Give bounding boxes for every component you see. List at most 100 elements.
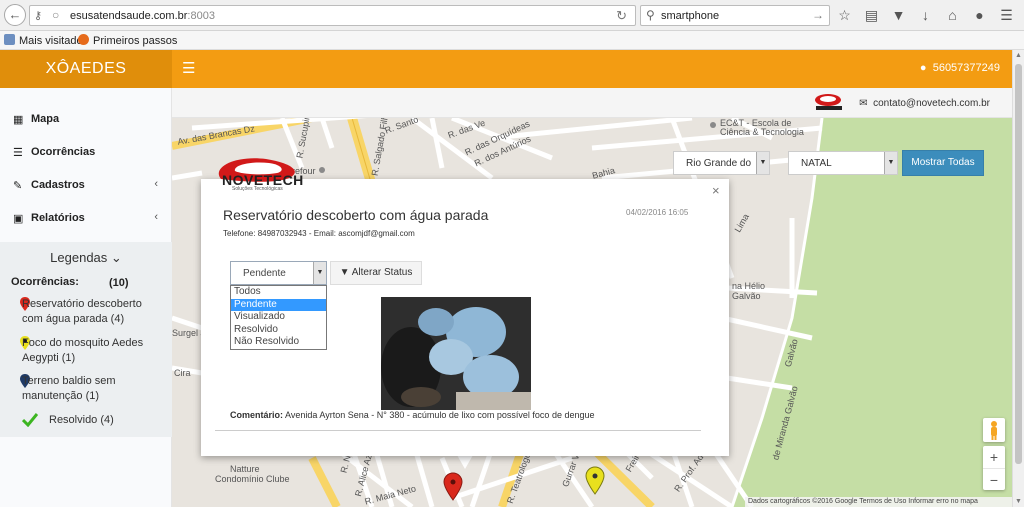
change-status-button[interactable]: ▼ Alterar Status — [330, 261, 422, 285]
firefox-icon — [78, 34, 89, 45]
close-icon[interactable]: × — [712, 183, 720, 198]
caret-down-icon: ▼ — [884, 152, 897, 174]
download-icon[interactable]: ↓ — [917, 6, 934, 24]
status-select-value: Pendente — [243, 268, 286, 279]
logo-tagline: Soluções Tecnológicas — [232, 186, 283, 192]
user-icon: ● — [919, 62, 927, 74]
address-bar[interactable]: ⚷ ○ esusatendsaude.com.br:8003 ↻ — [29, 5, 636, 26]
envelope-icon: ✉ — [859, 98, 868, 109]
chevron-down-icon: ⌄ — [110, 250, 122, 265]
zoom-control: + − — [983, 446, 1005, 490]
state-select-value: Rio Grande do — [686, 158, 752, 169]
sidebar: ▦ Mapa ☰ Ocorrências ✎ Cadastros ‹ ▣ Rel… — [0, 88, 172, 507]
key-icon: ⚷ — [34, 10, 43, 22]
popup-title: Reservatório descoberto com água parada — [223, 207, 489, 223]
sidebar-item-label: Cadastros — [31, 179, 85, 191]
sidebar-item-cadastros[interactable]: ✎ Cadastros ‹ — [0, 169, 172, 202]
page-scrollbar[interactable]: ▲ ▼ — [1012, 50, 1024, 507]
popup-date: 04/02/2016 16:05 — [626, 208, 689, 217]
app-header: XÔAEDES ☰ ● 56057377249 — [0, 50, 1012, 88]
popup-tail — [457, 455, 473, 469]
search-query: smartphone — [661, 10, 720, 22]
status-option-nao-resolvido[interactable]: Não Resolvido — [231, 336, 326, 349]
sidebar-item-label: Relatórios — [31, 212, 85, 224]
map-poi-label: Condomínio Clube — [215, 474, 290, 484]
sidebar-item-label: Mapa — [31, 113, 60, 125]
file-icon: ▣ — [13, 213, 24, 225]
filter-icon: ▼ — [339, 267, 350, 278]
legend-toggle[interactable]: Legendas ⌄ — [0, 250, 172, 266]
city-select[interactable]: NATAL ▼ — [788, 151, 898, 175]
chevron-left-icon: ‹ — [154, 178, 158, 190]
occurrence-photo[interactable] — [381, 297, 531, 410]
reload-icon[interactable]: ↻ — [616, 8, 627, 24]
search-icon: ⚲ — [646, 8, 655, 22]
browser-toolbar-icons: ☆ ▤ ▼ ↓ ⌂ ● ☰ — [836, 6, 1015, 26]
caret-down-icon: ▼ — [313, 262, 326, 284]
city-select-value: NATAL — [801, 158, 832, 169]
caret-down-icon: ▼ — [756, 152, 769, 174]
street-view-pegman-icon[interactable] — [983, 418, 1005, 442]
brand-logo[interactable]: XÔAEDES — [0, 50, 172, 88]
status-option-pendente[interactable]: Pendente — [231, 298, 326, 311]
sidebar-item-ocorrencias[interactable]: ☰ Ocorrências — [0, 136, 172, 169]
legend-item-resolvido: Resolvido (4) — [49, 414, 114, 426]
reading-list-icon[interactable]: ▤ — [863, 6, 880, 24]
map-street-label: Galvão — [732, 291, 761, 301]
state-select[interactable]: Rio Grande do ▼ — [673, 151, 770, 175]
chat-icon[interactable]: ● — [971, 6, 988, 24]
globe-icon: ○ — [52, 8, 60, 22]
sidebar-item-mapa[interactable]: ▦ Mapa — [0, 103, 172, 136]
map-poi-label: Natture — [230, 464, 260, 474]
bookmark-icon — [4, 34, 15, 45]
legend-subtitle: Ocorrências: — [11, 276, 79, 288]
scroll-up-icon[interactable]: ▲ — [1015, 52, 1022, 59]
chevron-left-icon: ‹ — [154, 211, 158, 223]
check-icon — [22, 413, 38, 427]
show-all-button[interactable]: Mostrar Todas — [902, 150, 984, 176]
scroll-down-icon[interactable]: ▼ — [1015, 498, 1022, 505]
map-street-label: na Hélio — [732, 281, 766, 291]
status-select[interactable]: Pendente ▼ — [230, 261, 327, 285]
browser-toolbar: ← ⚷ ○ esusatendsaude.com.br:8003 ↻ ⚲ sma… — [0, 0, 1024, 31]
pocket-icon[interactable]: ▼ — [890, 6, 907, 24]
sidebar-item-relatorios[interactable]: ▣ Relatórios ‹ — [0, 202, 172, 235]
menu-icon[interactable]: ☰ — [998, 6, 1015, 24]
grid-icon: ▦ — [13, 114, 24, 126]
novetech-small-logo — [815, 94, 842, 110]
search-go-icon[interactable]: → — [812, 8, 824, 22]
scroll-thumb[interactable] — [1015, 64, 1022, 464]
legend-item-terreno: Terreno baldio sem manutenção (1) — [22, 375, 116, 402]
sidebar-toggle-icon[interactable]: ☰ — [182, 59, 195, 77]
zoom-in-button[interactable]: + — [983, 446, 1005, 468]
legend-panel: Legendas ⌄ Ocorrências: (10) Reservatóri… — [0, 242, 172, 437]
home-icon[interactable]: ⌂ — [944, 6, 961, 24]
map-poi-label: Ciência & Tecnologia — [720, 127, 804, 137]
map-attribution[interactable]: Dados cartográficos ©2016 Google Termos … — [745, 497, 1012, 507]
legend-count: (10) — [109, 277, 129, 289]
edit-icon: ✎ — [13, 180, 23, 192]
bookmark-getting-started[interactable]: Primeiros passos — [78, 34, 177, 47]
popup-comment: Comentário: Avenida Ayrton Sena - N° 380… — [230, 410, 595, 420]
url-text: esusatendsaude.com.br:8003 — [70, 10, 215, 22]
status-option-visualizado[interactable]: Visualizado — [231, 311, 326, 324]
status-option-resolvido[interactable]: Resolvido — [231, 324, 326, 337]
browser-search-input[interactable]: ⚲ smartphone → — [640, 5, 830, 26]
bookmarks-bar: Mais visitados Primeiros passos — [0, 31, 1024, 50]
bookmark-most-visited[interactable]: Mais visitados — [4, 34, 88, 47]
status-option-todos[interactable]: Todos — [231, 286, 326, 299]
sidebar-item-label: Ocorrências — [31, 146, 96, 158]
contact-email: ✉ contato@novetech.com.br — [859, 98, 990, 109]
list-icon: ☰ — [13, 147, 23, 159]
status-dropdown-list: Todos Pendente Visualizado Resolvido Não… — [230, 285, 327, 350]
user-menu[interactable]: ● 56057377249 — [920, 62, 1000, 74]
legend-item-foco: Foco do mosquito Aedes Aegypti (1) — [22, 337, 144, 364]
map-street-label: Cira — [174, 368, 191, 378]
back-button[interactable]: ← — [4, 4, 26, 26]
popup-divider — [215, 430, 701, 431]
legend-item-reservatorio: Reservatório descoberto com água parada … — [22, 298, 142, 325]
star-icon[interactable]: ☆ — [836, 6, 853, 24]
popup-contact: Telefone: 84987032943 - Email: ascomjdf@… — [223, 229, 415, 238]
zoom-out-button[interactable]: − — [983, 468, 1005, 490]
map-topbar: ✉ contato@novetech.com.br — [172, 88, 1012, 118]
